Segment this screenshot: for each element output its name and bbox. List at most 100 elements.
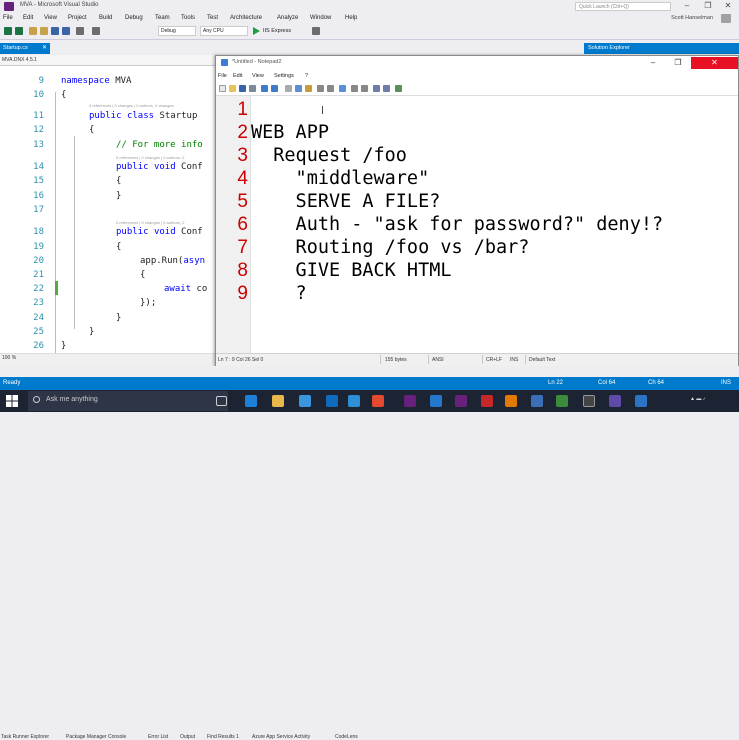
word-wrap-icon[interactable]	[339, 85, 346, 92]
browse-icon[interactable]	[249, 85, 256, 92]
refresh-icon[interactable]	[312, 27, 320, 35]
app-icon[interactable]	[348, 395, 360, 407]
open-folder-icon[interactable]	[229, 85, 236, 92]
outlook-icon[interactable]	[326, 395, 338, 407]
open-file-icon[interactable]	[40, 27, 48, 35]
visual-studio-icon[interactable]	[404, 395, 416, 407]
exit-icon[interactable]	[395, 85, 402, 92]
notepad2-line-endings[interactable]: CR+LF	[486, 357, 502, 363]
minimize-button[interactable]: –	[676, 0, 698, 12]
run-target-button[interactable]: IIS Express	[263, 28, 291, 34]
notepad2-minimize-button[interactable]: –	[641, 57, 665, 69]
notepad2-taskbar-icon[interactable]	[531, 395, 543, 407]
zoom-in-icon[interactable]	[351, 85, 358, 92]
notepad2-menu-file[interactable]: File	[218, 73, 227, 79]
menu-analyze[interactable]: Analyze	[277, 15, 298, 21]
file-explorer-icon[interactable]	[272, 395, 284, 407]
codelens-hint[interactable]: 0 references | 0 changes | 0 authors, 0	[116, 155, 184, 160]
edge-icon[interactable]	[245, 395, 257, 407]
forward-icon[interactable]	[15, 27, 23, 35]
notepad2-close-button[interactable]: ✕	[691, 57, 738, 69]
app-green-icon[interactable]	[556, 395, 568, 407]
play-icon[interactable]	[253, 27, 260, 35]
menu-file[interactable]: File	[3, 15, 13, 21]
notepad2-menu-help[interactable]: ?	[305, 73, 308, 79]
solution-platform-select[interactable]: Any CPU	[200, 26, 248, 36]
menu-view[interactable]: View	[44, 15, 57, 21]
project-dropdown[interactable]: MVA.DNX 4.5.1	[2, 56, 102, 64]
visual-studio-2-icon[interactable]	[455, 395, 467, 407]
app-blue-icon[interactable]	[635, 395, 647, 407]
command-prompt-icon[interactable]	[583, 395, 595, 407]
zoom-out-icon[interactable]	[361, 85, 368, 92]
app-purple-icon[interactable]	[609, 395, 621, 407]
close-tab-icon[interactable]: ✕	[42, 43, 47, 54]
task-view-icon[interactable]	[216, 396, 227, 406]
save-all-icon[interactable]	[62, 27, 70, 35]
save-icon[interactable]	[51, 27, 59, 35]
redo-icon[interactable]	[271, 85, 278, 92]
app-orange-icon[interactable]	[505, 395, 517, 407]
find-icon[interactable]	[317, 85, 324, 92]
menu-team[interactable]: Team	[155, 15, 170, 21]
cut-icon[interactable]	[285, 85, 292, 92]
quick-launch-input[interactable]: Quick Launch (Ctrl+Q)	[575, 2, 671, 11]
notepad2-syntax-scheme[interactable]: Default Text	[529, 357, 555, 363]
notepad2-line-number: 8	[237, 260, 248, 281]
line-number: 25	[33, 327, 44, 337]
signed-in-user[interactable]: Scott Hanselman	[671, 15, 713, 21]
menu-tools[interactable]: Tools	[181, 15, 195, 21]
new-file-icon[interactable]	[219, 85, 226, 92]
windows-start-icon[interactable]	[6, 395, 18, 407]
close-button[interactable]: ✕	[717, 0, 739, 12]
menu-window[interactable]: Window	[310, 15, 331, 21]
powerpoint-icon[interactable]	[481, 395, 493, 407]
avatar[interactable]	[721, 14, 731, 23]
notepad2-encoding[interactable]: ANSI	[432, 357, 444, 363]
copy-icon[interactable]	[295, 85, 302, 92]
redo-icon[interactable]	[92, 27, 100, 35]
vs-code-icon[interactable]	[430, 395, 442, 407]
notepad2-insert-mode[interactable]: INS	[510, 357, 518, 363]
menu-debug[interactable]: Debug	[125, 15, 143, 21]
tab-output[interactable]: Output	[180, 734, 195, 740]
notepad2-menu-bar: File Edit View Settings ?	[216, 71, 738, 82]
menu-test[interactable]: Test	[207, 15, 218, 21]
store-icon[interactable]	[299, 395, 311, 407]
tab-task-runner-explorer[interactable]: Task Runner Explorer	[1, 734, 49, 740]
undo-icon[interactable]	[76, 27, 84, 35]
code-line: {	[116, 242, 122, 252]
undo-icon[interactable]	[261, 85, 268, 92]
codelens-hint[interactable]: 0 references | 0 changes | 0 authors, 0 …	[89, 103, 174, 108]
menu-edit[interactable]: Edit	[23, 15, 33, 21]
menu-build[interactable]: Build	[99, 15, 112, 21]
codelens-hint[interactable]: 0 references | 0 changes | 0 authors, 0	[116, 220, 184, 225]
tab-error-list[interactable]: Error List	[148, 734, 168, 740]
notepad2-maximize-button[interactable]: ❐	[666, 57, 690, 69]
scheme-icon[interactable]	[373, 85, 380, 92]
tab-azure-app-service-activity[interactable]: Azure App Service Activity	[252, 734, 310, 740]
back-icon[interactable]	[4, 27, 12, 35]
solution-explorer-title[interactable]: Solution Explorer	[584, 43, 739, 54]
system-tray[interactable]: ▲ ▬ ♪	[690, 396, 705, 402]
menu-architecture[interactable]: Architecture	[230, 15, 262, 21]
menu-help[interactable]: Help	[345, 15, 357, 21]
vs-menu-bar: File Edit View Project Build Debug Team …	[0, 13, 739, 24]
office-icon[interactable]	[372, 395, 384, 407]
notepad2-menu-settings[interactable]: Settings	[274, 73, 294, 79]
customize-schemes-icon[interactable]	[383, 85, 390, 92]
paste-icon[interactable]	[305, 85, 312, 92]
notepad2-menu-edit[interactable]: Edit	[233, 73, 242, 79]
menu-project[interactable]: Project	[68, 15, 87, 21]
tab-codelens[interactable]: CodeLens	[335, 734, 358, 740]
tab-package-manager-console[interactable]: Package Manager Console	[66, 734, 126, 740]
zoom-level[interactable]: 100 %	[2, 355, 16, 361]
save-icon[interactable]	[239, 85, 246, 92]
new-project-icon[interactable]	[29, 27, 37, 35]
solution-configuration-select[interactable]: Debug	[158, 26, 196, 36]
notepad2-menu-view[interactable]: View	[252, 73, 264, 79]
maximize-button[interactable]: ❐	[697, 0, 719, 12]
replace-icon[interactable]	[327, 85, 334, 92]
code-line: {	[89, 125, 95, 135]
tab-find-results[interactable]: Find Results 1	[207, 734, 239, 740]
